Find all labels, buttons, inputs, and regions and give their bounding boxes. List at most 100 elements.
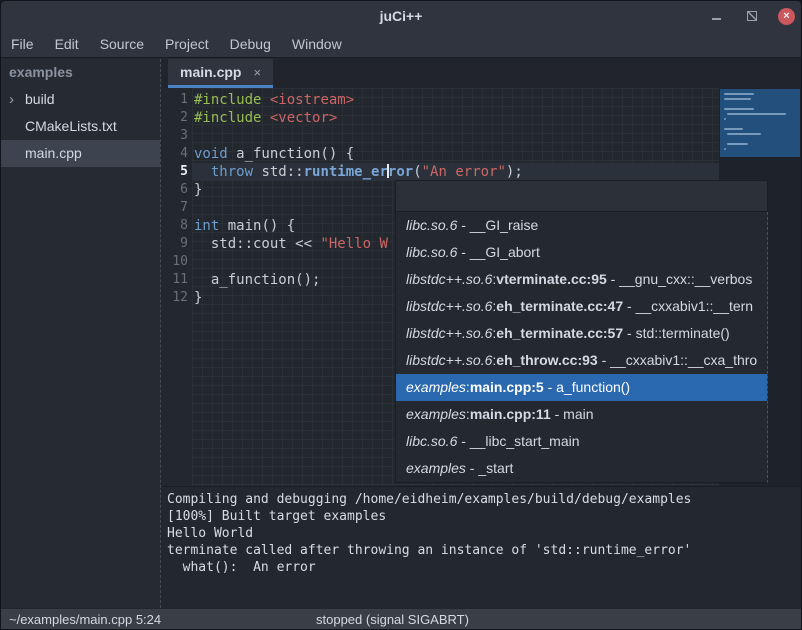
restore-icon: [747, 11, 757, 21]
app-window: juCi++ × File Edit Source Project Debug Windo…: [0, 0, 802, 630]
sidebar-item-label: build: [25, 91, 55, 107]
sidebar-item-label: main.cpp: [25, 145, 82, 161]
menu-item-edit[interactable]: Edit: [55, 36, 79, 52]
backtrace-item-part: libc.so.6: [406, 244, 457, 260]
backtrace-item-part: examples: [406, 460, 466, 476]
terminal-output[interactable]: Compiling and debugging /home/eidheim/ex…: [162, 486, 802, 608]
backtrace-item-part: examples: [406, 406, 466, 422]
tabbar: main.cpp ×: [162, 59, 802, 88]
code-token: void: [194, 146, 228, 162]
backtrace-item[interactable]: libstdc++.so.6:eh_throw.cc:93 - __cxxabi…: [396, 347, 767, 374]
menu-item-debug[interactable]: Debug: [230, 36, 271, 52]
line-number: 10: [162, 253, 188, 271]
code-token: [261, 92, 269, 108]
tab-main-cpp[interactable]: main.cpp ×: [168, 59, 273, 88]
backtrace-item-part: - main: [551, 406, 594, 422]
backtrace-item-part: libstdc++.so.6: [406, 352, 492, 368]
file-tree: › build CMakeLists.txt main.cpp: [1, 86, 160, 167]
file-tree-sidebar: examples › build CMakeLists.txt main.cpp: [1, 59, 161, 608]
terminal-line: Compiling and debugging /home/eidheim/ex…: [167, 491, 802, 508]
backtrace-item[interactable]: libstdc++.so.6:eh_terminate.cc:57 - std:…: [396, 320, 767, 347]
code-token: (: [413, 164, 421, 180]
backtrace-filter-entry[interactable]: [395, 180, 768, 212]
backtrace-item[interactable]: libstdc++.so.6:eh_terminate.cc:47 - __cx…: [396, 293, 767, 320]
code-token: [261, 110, 269, 126]
backtrace-item-part: - a_function(): [544, 379, 630, 395]
window-controls: ×: [706, 1, 795, 31]
backtrace-item-part: main.cpp:11: [470, 406, 551, 422]
backtrace-item-part: vterminate.cc:95: [496, 271, 607, 287]
line-number: 6: [162, 181, 188, 199]
menu-item-source[interactable]: Source: [100, 36, 144, 52]
terminal-line: terminate called after throwing an insta…: [167, 542, 802, 559]
backtrace-item[interactable]: examples:main.cpp:11 - main: [396, 401, 767, 428]
minimap-line: [727, 143, 748, 145]
code-line: void a_function() {: [194, 145, 719, 163]
code-token: main() {: [219, 218, 295, 234]
backtrace-item-part: eh_throw.cc:93: [496, 352, 597, 368]
project-name: examples: [1, 59, 160, 86]
code-token: int: [194, 218, 219, 234]
backtrace-item-part: eh_terminate.cc:47: [496, 298, 623, 314]
minimap-line: [724, 93, 754, 95]
sidebar-item-cmakelists-txt[interactable]: CMakeLists.txt: [1, 113, 160, 140]
code-token: );: [506, 164, 523, 180]
backtrace-item[interactable]: examples:main.cpp:5 - a_function(): [396, 374, 767, 401]
minimize-icon: [712, 18, 721, 20]
minimap-line: [727, 133, 761, 135]
status-debug-state: stopped (signal SIGABRT): [316, 609, 469, 630]
code-token: <iostream>: [270, 92, 354, 108]
backtrace-item-part: libstdc++.so.6: [406, 298, 492, 314]
backtrace-item-part: - std::terminate(): [623, 325, 730, 341]
code-token: a_function();: [194, 272, 320, 288]
close-icon: ×: [783, 8, 789, 25]
backtrace-item-part: - __cxxabiv1::__tern: [623, 298, 753, 314]
menubar: File Edit Source Project Debug Window: [1, 31, 801, 58]
minimap-line: [727, 113, 786, 115]
backtrace-item[interactable]: libc.so.6 - __GI_raise: [396, 212, 767, 239]
menu-item-file[interactable]: File: [11, 36, 34, 52]
minimap-line: [724, 108, 754, 110]
backtrace-item[interactable]: examples - _start: [396, 455, 767, 482]
line-number: 8: [162, 217, 188, 235]
terminal-line: [100%] Built target examples: [167, 508, 802, 525]
code-token: a_function() {: [228, 146, 354, 162]
code-line: #include <iostream>: [194, 91, 719, 109]
line-number: 3: [162, 127, 188, 145]
status-file-position: ~/examples/main.cpp 5:24: [9, 609, 161, 630]
minimap-line: [724, 118, 726, 120]
backtrace-item[interactable]: libc.so.6 - __libc_start_main: [396, 428, 767, 455]
line-number: 5: [162, 163, 188, 181]
line-number: 11: [162, 271, 188, 289]
sidebar-item-main-cpp[interactable]: main.cpp: [1, 140, 160, 167]
code-token: runtime_er: [304, 164, 388, 180]
code-token: std::: [253, 164, 304, 180]
backtrace-item-part: - __GI_abort: [457, 244, 540, 260]
menu-item-window[interactable]: Window: [292, 36, 342, 52]
line-number: 4: [162, 145, 188, 163]
minimap-slider[interactable]: [720, 89, 800, 157]
restore-button[interactable]: [742, 6, 762, 26]
code-token: #include: [194, 110, 261, 126]
backtrace-item[interactable]: libstdc++.so.6:vterminate.cc:95 - __gnu_…: [396, 266, 767, 293]
line-number: 1: [162, 91, 188, 109]
titlebar[interactable]: juCi++ ×: [1, 1, 801, 31]
sidebar-item-label: CMakeLists.txt: [25, 118, 117, 134]
code-token: "Hello W: [320, 236, 387, 252]
statusbar: ~/examples/main.cpp 5:24 stopped (signal…: [1, 608, 801, 630]
code-line: [194, 127, 719, 145]
tab-close-icon[interactable]: ×: [253, 65, 261, 80]
code-token: ror: [388, 164, 413, 180]
window-title: juCi++: [380, 8, 423, 24]
chevron-right-icon[interactable]: ›: [9, 86, 14, 113]
backtrace-item-part: libstdc++.so.6: [406, 271, 492, 287]
backtrace-item[interactable]: libc.so.6 - __GI_abort: [396, 239, 767, 266]
minimap-line: [724, 128, 743, 130]
close-button[interactable]: ×: [778, 8, 795, 25]
sidebar-item-build[interactable]: › build: [1, 86, 160, 113]
backtrace-item-part: eh_terminate.cc:57: [496, 325, 623, 341]
minimize-button[interactable]: [706, 6, 726, 26]
menu-item-project[interactable]: Project: [165, 36, 209, 52]
code-token: "An error": [422, 164, 506, 180]
backtrace-item-part: - __GI_raise: [457, 217, 538, 233]
